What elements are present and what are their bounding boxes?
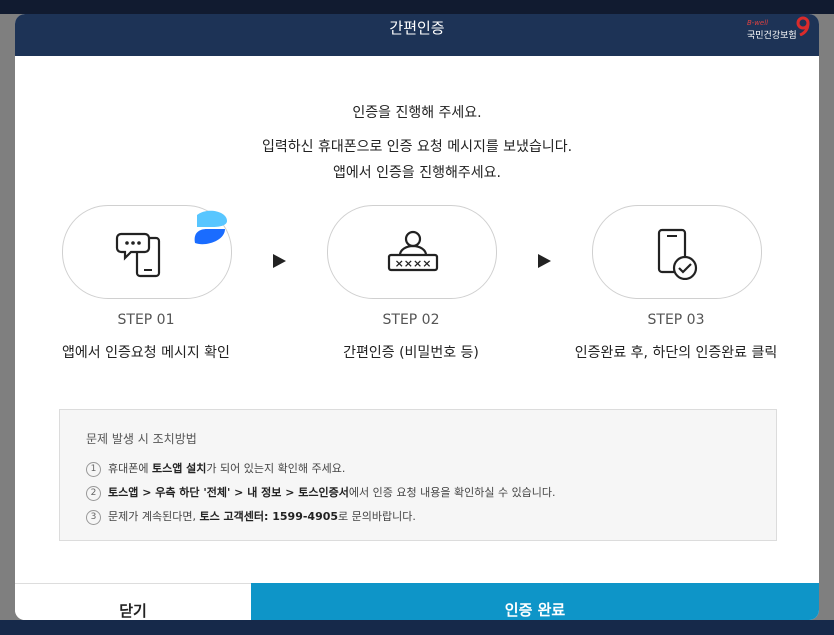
step-3-card (592, 205, 762, 299)
step-2-label: STEP 02 (382, 312, 440, 328)
intro-line-3: 앱에서 인증을 진행해주세요. (333, 165, 501, 181)
step-3-desc: 인증완료 후, 하단의 인증완료 클릭 (574, 345, 778, 361)
user-password-icon: ×××× (387, 230, 439, 272)
phone-message-icon (115, 232, 161, 278)
backdrop-bottom (0, 620, 834, 635)
brand-tagline: B-well (747, 19, 769, 27)
arrow-right-icon (538, 254, 551, 268)
intro-line-2: 입력하신 휴대폰으로 인증 요청 메시지를 보냈습니다. (261, 139, 573, 155)
step-2-card: ×××× (327, 205, 497, 299)
item-text: 문제가 계속된다면, (108, 510, 200, 523)
modal-header: 간편인증 B-well 국민건강보험 (15, 14, 819, 56)
arrow-right-icon (273, 254, 286, 268)
close-button[interactable]: 닫기 (15, 583, 251, 620)
step-1-card (62, 205, 232, 299)
item-text: 로 문의바랍니다. (338, 510, 416, 523)
brand-name: 국민건강보험 (747, 31, 797, 41)
item-text: 에서 인증 요청 내용을 확인하실 수 있습니다. (348, 486, 556, 499)
toss-logo-icon (194, 210, 227, 245)
item-text: 가 되어 있는지 확인해 주세요. (206, 462, 346, 475)
item-number: 1 (86, 461, 101, 477)
svg-text:××××: ×××× (395, 257, 432, 270)
item-emphasis: 토스앱 설치 (151, 462, 207, 475)
troubleshoot-title: 문제 발생 시 조치방법 (86, 432, 197, 446)
brand-mark-icon (796, 16, 810, 36)
troubleshoot-item: 2 토스앱 > 우측 하단 '전체' > 내 정보 > 토스인증서에서 인증 요청… (86, 484, 556, 501)
item-emphasis: 토스 고객센터: 1599-4905 (199, 510, 339, 523)
auth-complete-button[interactable]: 인증 완료 (251, 583, 819, 620)
step-1-label: STEP 01 (117, 312, 175, 328)
step-1-desc: 앱에서 인증요청 메시지 확인 (62, 345, 230, 361)
step-2-desc: 간편인증 (비밀번호 등) (343, 345, 479, 361)
item-number: 3 (86, 509, 101, 525)
item-number: 2 (86, 485, 101, 501)
nhis-logo: B-well 국민건강보험 (747, 16, 811, 52)
troubleshoot-item: 1 휴대폰에 토스앱 설치가 되어 있는지 확인해 주세요. (86, 460, 345, 477)
modal-title: 간편인증 (389, 19, 445, 37)
step-3-label: STEP 03 (647, 312, 705, 328)
intro-line-1: 인증을 진행해 주세요. (352, 105, 482, 121)
backdrop (0, 0, 834, 14)
item-text: 휴대폰에 (108, 462, 152, 475)
troubleshoot-item: 3 문제가 계속된다면, 토스 고객센터: 1599-4905로 문의바랍니다. (86, 508, 416, 525)
troubleshoot-box: 문제 발생 시 조치방법 1 휴대폰에 토스앱 설치가 되어 있는지 확인해 주세… (59, 409, 777, 541)
auth-modal: 간편인증 B-well 국민건강보험 인증을 진행해 주세요. 입력하신 휴대폰… (15, 14, 819, 620)
phone-check-icon (657, 228, 698, 280)
item-emphasis: 토스앱 > 우측 하단 '전체' > 내 정보 > 토스인증서 (108, 486, 349, 499)
